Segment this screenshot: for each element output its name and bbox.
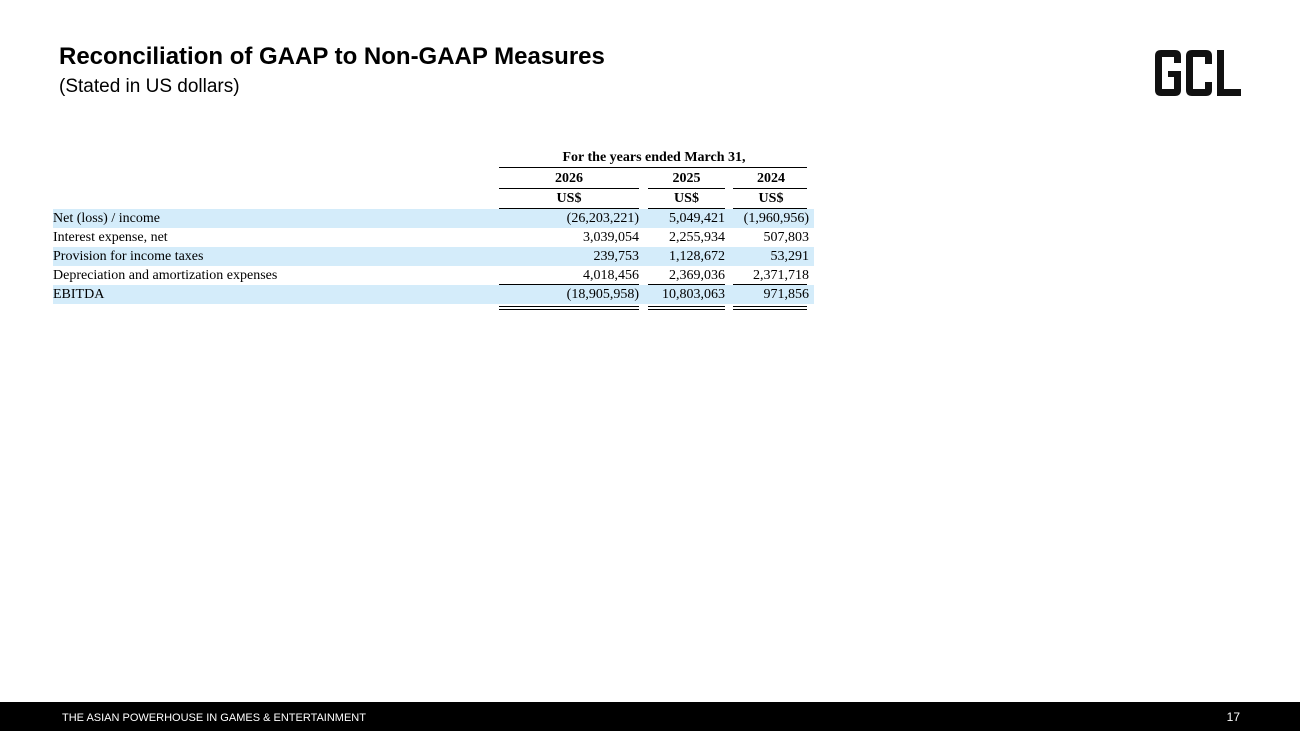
year-header-2024: 2024 <box>757 171 785 186</box>
table-row: Provision for income taxes 239,753 1,128… <box>53 247 814 266</box>
row-label: Net (loss) / income <box>53 211 160 226</box>
row-value-2026: (26,203,221) <box>566 211 639 226</box>
reconciliation-table: For the years ended March 31, 2026 2025 … <box>53 148 814 312</box>
year-header-2026: 2026 <box>555 171 583 186</box>
page-subtitle: (Stated in US dollars) <box>59 76 240 97</box>
row-value-2026: (18,905,958) <box>566 287 639 302</box>
page-title: Reconciliation of GAAP to Non-GAAP Measu… <box>59 43 605 70</box>
row-value-2025: 5,049,421 <box>669 211 725 226</box>
row-label: Interest expense, net <box>53 230 168 245</box>
row-value-2024: 507,803 <box>763 230 810 245</box>
row-value-2025: 2,369,036 <box>669 268 725 283</box>
currency-header-2025: US$ <box>674 191 699 206</box>
footer-bar: THE ASIAN POWERHOUSE IN GAMES & ENTERTAI… <box>0 702 1300 731</box>
row-label: EBITDA <box>53 287 105 302</box>
period-header: For the years ended March 31, <box>562 150 746 165</box>
currency-header-2024: US$ <box>758 191 784 206</box>
table-row-total: EBITDA (18,905,958) 10,803,063 971,856 <box>53 285 814 304</box>
table-row: Interest expense, net 3,039,054 2,255,93… <box>53 228 814 247</box>
row-value-2026: 4,018,456 <box>583 268 639 283</box>
row-value-2024: 2,371,718 <box>753 268 809 283</box>
page-number: 17 <box>1226 710 1240 724</box>
row-value-2024: 53,291 <box>770 249 810 264</box>
row-value-2024: 971,856 <box>763 287 810 302</box>
table-row: Depreciation and amortization expenses 4… <box>53 266 814 285</box>
row-value-2024: (1,960,956) <box>743 211 809 226</box>
row-value-2025: 10,803,063 <box>662 287 725 302</box>
currency-header-2026: US$ <box>556 191 582 206</box>
row-value-2025: 1,128,672 <box>669 249 725 264</box>
row-label: Depreciation and amortization expenses <box>53 268 278 283</box>
year-header-2025: 2025 <box>672 171 701 186</box>
row-value-2026: 239,753 <box>593 249 640 264</box>
row-value-2025: 2,255,934 <box>669 230 725 245</box>
gcl-logo <box>1155 50 1241 96</box>
footer-tagline: THE ASIAN POWERHOUSE IN GAMES & ENTERTAI… <box>62 712 366 724</box>
row-label: Provision for income taxes <box>53 249 204 264</box>
row-value-2026: 3,039,054 <box>583 230 639 245</box>
table-row: Net (loss) / income (26,203,221) 5,049,4… <box>53 209 814 228</box>
